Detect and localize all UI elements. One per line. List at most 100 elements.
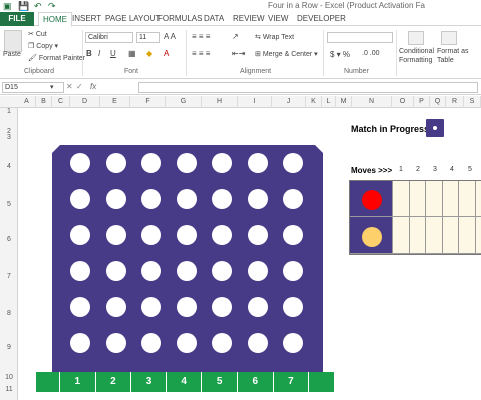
board-slot	[176, 225, 197, 245]
row-header-10[interactable]: 10	[0, 374, 18, 381]
move-cell	[409, 181, 426, 217]
formula-input[interactable]	[138, 82, 478, 93]
wrap-text-button[interactable]: ⇆ Wrap Text	[255, 33, 294, 41]
number-format-select[interactable]	[327, 32, 393, 43]
tab-view[interactable]: VIEW	[268, 14, 288, 23]
column-header-p[interactable]: P	[414, 96, 430, 108]
column-header-m[interactable]: M	[336, 96, 352, 108]
column-header-s[interactable]: S	[464, 96, 481, 108]
board-slot	[105, 297, 126, 317]
orientation-icon[interactable]: ↗	[232, 32, 239, 41]
conditional-formatting-line1[interactable]: Conditional	[399, 48, 434, 55]
align-top-icon[interactable]: ≡ ≡ ≡	[192, 32, 210, 41]
row-header-9[interactable]: 9	[0, 344, 18, 351]
column-header-b[interactable]: B	[36, 96, 52, 108]
currency-icon[interactable]: $ ▾ %	[330, 50, 350, 59]
board-slot	[141, 261, 161, 281]
font-color-icon[interactable]: A	[164, 49, 169, 58]
cancel-icon[interactable]: ✕	[66, 82, 73, 91]
redo-icon[interactable]: ↷	[48, 1, 56, 12]
font-size-select[interactable]: 11	[136, 32, 160, 43]
decimal-icon[interactable]: .0 .00	[362, 50, 380, 57]
drop-column-2-button[interactable]: 2	[96, 372, 132, 392]
excel-logo-icon: ▣	[3, 1, 12, 11]
column-header-d[interactable]: D	[70, 96, 100, 108]
merge-center-label: Merge & Center	[262, 51, 313, 58]
drop-column-7-button[interactable]: 7	[274, 372, 310, 392]
column-header-e[interactable]: E	[100, 96, 130, 108]
format-as-table-icon[interactable]	[441, 31, 457, 45]
column-header-r[interactable]: R	[446, 96, 464, 108]
column-header-g[interactable]: G	[166, 96, 202, 108]
column-header-n[interactable]: N	[352, 96, 392, 108]
fill-color-icon[interactable]: ◆	[146, 49, 152, 58]
format-painter-button[interactable]: 🖌 Format Painter	[28, 54, 85, 62]
merge-center-button[interactable]: ⊞ Merge & Center ▾	[255, 50, 318, 58]
drop-column-3-button[interactable]: 3	[131, 372, 167, 392]
confirm-icon[interactable]: ✓	[76, 82, 83, 91]
wrap-text-label: Wrap Text	[262, 34, 295, 41]
tab-developer[interactable]: DEVELOPER	[297, 14, 346, 23]
row-header-4[interactable]: 4	[0, 163, 18, 170]
row-header-1[interactable]: 1	[0, 108, 18, 115]
name-box-dropdown-icon[interactable]: ▾	[50, 83, 54, 91]
column-header-o[interactable]: O	[392, 96, 414, 108]
font-name-select[interactable]: Calibri	[85, 32, 133, 43]
column-header-a[interactable]: A	[18, 96, 36, 108]
column-header-k[interactable]: K	[306, 96, 322, 108]
insert-function-icon[interactable]: fx	[90, 82, 96, 91]
drop-column-1-button[interactable]: 1	[60, 372, 96, 392]
format-as-table-line2[interactable]: Table	[437, 57, 454, 64]
column-header-q[interactable]: Q	[430, 96, 446, 108]
tab-home[interactable]: HOME	[38, 12, 72, 27]
row-header-11[interactable]: 11	[0, 386, 18, 393]
align-left-icon[interactable]: ≡ ≡ ≡	[192, 49, 210, 58]
drop-column-5-button[interactable]: 5	[202, 372, 238, 392]
row-header-3[interactable]: 3	[0, 134, 18, 141]
underline-icon[interactable]: U	[110, 49, 116, 58]
column-header-l[interactable]: L	[322, 96, 336, 108]
paste-button[interactable]: Paste	[3, 51, 21, 58]
italic-icon[interactable]: I	[98, 49, 100, 58]
turn-indicator	[426, 119, 444, 137]
indent-icon[interactable]: ⇤⇥	[232, 49, 245, 58]
tab-formulas[interactable]: FORMULAS	[158, 14, 202, 23]
row-header-8[interactable]: 8	[0, 310, 18, 317]
board-slot	[283, 261, 303, 281]
column-header-f[interactable]: F	[130, 96, 166, 108]
save-icon[interactable]: 💾	[18, 1, 29, 12]
borders-icon[interactable]: ▦	[128, 49, 136, 58]
copy-button[interactable]: ❐ Copy ▾	[28, 42, 58, 50]
column-header-h[interactable]: H	[202, 96, 238, 108]
undo-icon[interactable]: ↶	[34, 1, 42, 12]
paste-icon[interactable]	[4, 30, 22, 52]
conditional-formatting-line2[interactable]: Formatting	[399, 57, 432, 64]
drop-column-4-button[interactable]: 4	[167, 372, 203, 392]
bold-icon[interactable]: B	[86, 49, 92, 58]
board-slot	[70, 225, 90, 245]
tab-insert[interactable]: INSERT	[72, 14, 101, 23]
move-cell	[442, 181, 459, 217]
cut-button[interactable]: ✂ Cut	[28, 30, 47, 38]
row-header-5[interactable]: 5	[0, 201, 18, 208]
column-header-i[interactable]: I	[238, 96, 272, 108]
drop-column-6-button[interactable]: 6	[238, 372, 274, 392]
column-header-c[interactable]: C	[52, 96, 70, 108]
window-title: Four in a Row - Excel (Product Activatio…	[268, 1, 425, 10]
grow-font-icon[interactable]: A A	[164, 32, 176, 41]
ribbon-separator	[186, 30, 187, 76]
format-as-table-line1[interactable]: Format as	[437, 48, 469, 55]
move-number-1: 1	[399, 166, 403, 173]
board-slot	[212, 225, 232, 245]
column-header-j[interactable]: J	[272, 96, 306, 108]
row-header-6[interactable]: 6	[0, 236, 18, 243]
tab-review[interactable]: REVIEW	[233, 14, 265, 23]
font-group-label: Font	[124, 68, 139, 75]
tab-file[interactable]: FILE	[0, 12, 34, 26]
tab-data[interactable]: DATA	[204, 14, 224, 23]
board-slot	[105, 333, 126, 353]
tab-page-layout[interactable]: PAGE LAYOUT	[105, 14, 160, 23]
name-box[interactable]: D15	[2, 82, 64, 93]
row-header-7[interactable]: 7	[0, 273, 18, 280]
conditional-formatting-icon[interactable]	[408, 31, 424, 45]
